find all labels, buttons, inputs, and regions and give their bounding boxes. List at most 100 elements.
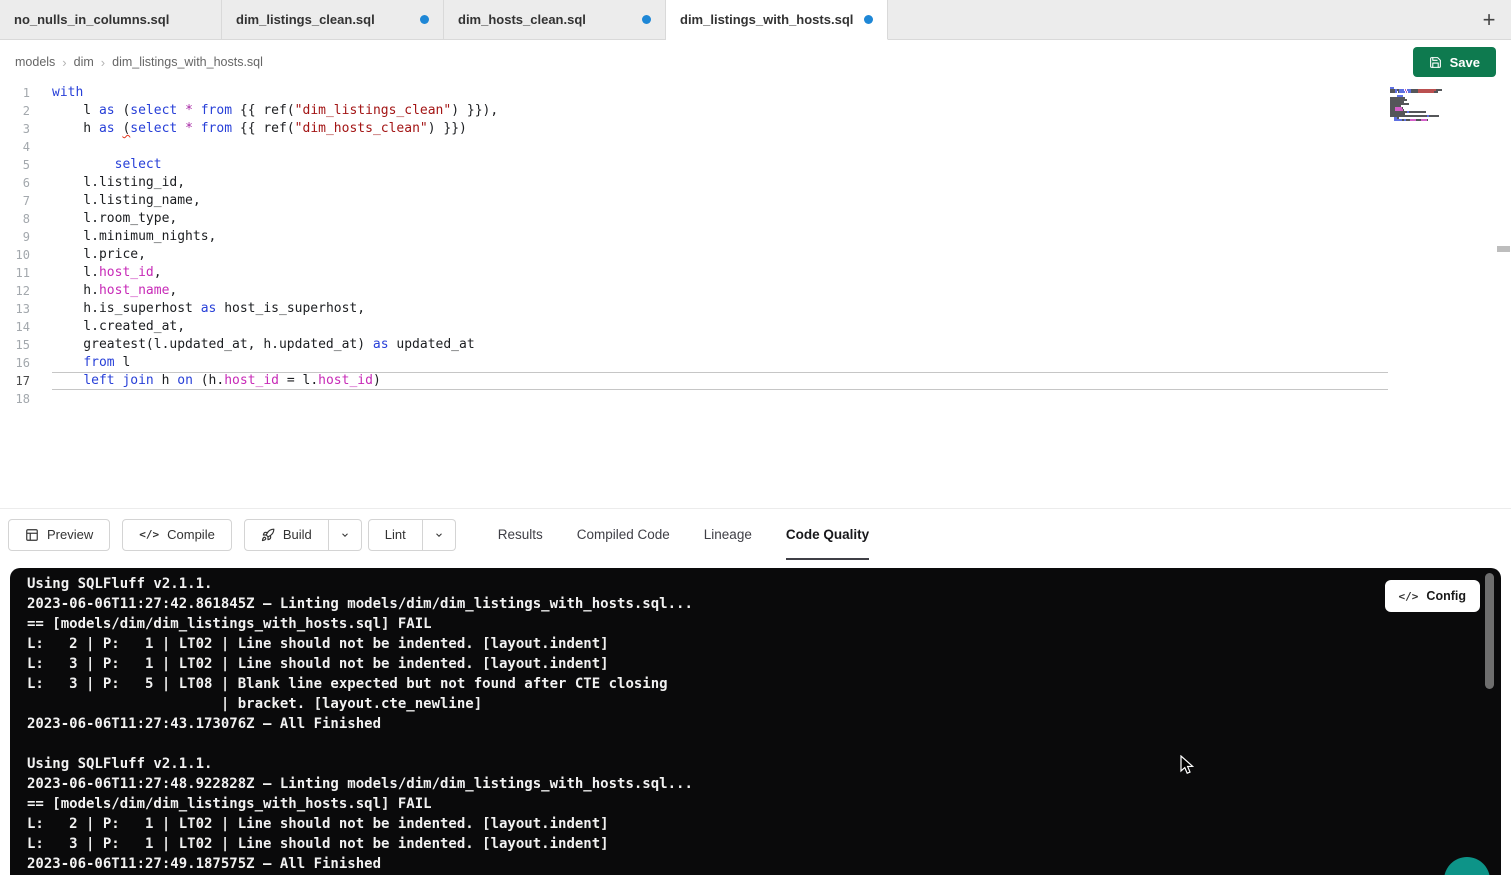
dbt-ide-window: no_nulls_in_columns.sql dim_listings_clea… xyxy=(0,0,1511,875)
line-number: 7 xyxy=(0,192,30,210)
lint-label: Lint xyxy=(385,527,406,542)
action-toolbar: Preview </> Compile Build Lint xyxy=(0,508,1511,560)
line-number: 14 xyxy=(0,318,30,336)
tab-label: dim_listings_with_hosts.sql xyxy=(680,12,853,27)
breadcrumb-item-dim-listings-with-hosts-sql[interactable]: dim_listings_with_hosts.sql xyxy=(112,55,263,69)
breadcrumb-separator: › xyxy=(62,55,66,70)
line-number: 2 xyxy=(0,102,30,120)
editor-tab-bar: no_nulls_in_columns.sql dim_listings_clea… xyxy=(0,0,1511,40)
panel-tabs: Results Compiled Code Lineage Code Quality xyxy=(498,509,869,560)
line-number: 4 xyxy=(0,138,30,156)
code-editor[interactable]: 123456789101112131415161718 with l as (s… xyxy=(0,84,1511,508)
line-number: 5 xyxy=(0,156,30,174)
code-line-3[interactable]: h as (select * from {{ ref("dim_hosts_cl… xyxy=(52,120,1388,138)
code-line-6[interactable]: l.listing_id, xyxy=(52,174,1388,192)
terminal-line: | bracket. [layout.cte_newline] xyxy=(27,694,1501,714)
unsaved-changes-dot xyxy=(642,15,651,24)
chevron-down-icon xyxy=(340,530,350,540)
config-icon: </> xyxy=(1399,590,1419,603)
code-line-11[interactable]: l.host_id, xyxy=(52,264,1388,282)
panel-tab-code-quality[interactable]: Code Quality xyxy=(786,509,869,560)
lint-button[interactable]: Lint xyxy=(368,519,423,551)
terminal-line: L: 3 | P: 1 | LT02 | Line should not be … xyxy=(27,654,1501,674)
code-line-13[interactable]: h.is_superhost as host_is_superhost, xyxy=(52,300,1388,318)
save-label: Save xyxy=(1450,55,1480,70)
compile-button[interactable]: </> Compile xyxy=(122,519,232,551)
code-content: with l as (select * from {{ ref("dim_lis… xyxy=(44,84,1388,408)
build-button-group: Build xyxy=(244,519,362,551)
panel-tab-results[interactable]: Results xyxy=(498,509,543,560)
tab-dim-listings-with-hosts-sql[interactable]: dim_listings_with_hosts.sql xyxy=(666,0,888,40)
code-line-1[interactable]: with xyxy=(52,84,1388,102)
terminal-line: 2023-06-06T11:27:42.861845Z — Linting mo… xyxy=(27,594,1501,614)
tab-dim-listings-clean-sql[interactable]: dim_listings_clean.sql xyxy=(222,0,444,39)
terminal-line: L: 3 | P: 5 | LT08 | Blank line expected… xyxy=(27,674,1501,694)
line-number: 18 xyxy=(0,390,30,408)
code-line-10[interactable]: l.price, xyxy=(52,246,1388,264)
panel-tab-lineage[interactable]: Lineage xyxy=(704,509,752,560)
tab-label: dim_listings_clean.sql xyxy=(236,12,375,27)
line-number: 8 xyxy=(0,210,30,228)
save-icon xyxy=(1429,56,1442,69)
code-line-4[interactable] xyxy=(52,138,1388,156)
minimap[interactable] xyxy=(1390,87,1462,123)
terminal-line: 2023-06-06T11:27:49.187575Z — All Finish… xyxy=(27,854,1501,874)
editor-scrollbar[interactable] xyxy=(1497,246,1510,252)
code-line-14[interactable]: l.created_at, xyxy=(52,318,1388,336)
code-line-16[interactable]: from l xyxy=(52,354,1388,372)
line-number: 12 xyxy=(0,282,30,300)
code-line-17[interactable]: left join h on (h.host_id = l.host_id) xyxy=(52,372,1388,390)
terminal-line: 2023-06-06T11:27:48.922828Z — Linting mo… xyxy=(27,774,1501,794)
code-line-5[interactable]: select xyxy=(52,156,1388,174)
lint-dropdown-button[interactable] xyxy=(423,519,456,551)
line-number: 3 xyxy=(0,120,30,138)
compile-label: Compile xyxy=(167,527,215,542)
mouse-cursor xyxy=(1180,755,1198,777)
line-number: 16 xyxy=(0,354,30,372)
tab-dim-hosts-clean-sql[interactable]: dim_hosts_clean.sql xyxy=(444,0,666,39)
terminal-line: L: 2 | P: 1 | LT02 | Line should not be … xyxy=(27,814,1501,834)
save-button[interactable]: Save xyxy=(1413,47,1496,77)
code-line-12[interactable]: h.host_name, xyxy=(52,282,1388,300)
tab-label: no_nulls_in_columns.sql xyxy=(14,12,169,27)
terminal-line: Using SQLFluff v2.1.1. xyxy=(27,574,1501,594)
terminal-scrollbar[interactable] xyxy=(1485,573,1494,689)
terminal-line: L: 2 | P: 1 | LT02 | Line should not be … xyxy=(27,634,1501,654)
preview-label: Preview xyxy=(47,527,93,542)
breadcrumb-item-dim[interactable]: dim xyxy=(74,55,94,69)
lint-output-terminal[interactable]: Using SQLFluff v2.1.1.2023-06-06T11:27:4… xyxy=(10,568,1501,875)
breadcrumb-bar: models›dim›dim_listings_with_hosts.sql S… xyxy=(0,40,1511,84)
terminal-line: == [models/dim/dim_listings_with_hosts.s… xyxy=(27,614,1501,634)
terminal-line: L: 3 | P: 1 | LT02 | Line should not be … xyxy=(27,834,1501,854)
line-number: 1 xyxy=(0,84,30,102)
code-line-9[interactable]: l.minimum_nights, xyxy=(52,228,1388,246)
line-number: 10 xyxy=(0,246,30,264)
code-line-15[interactable]: greatest(l.updated_at, h.updated_at) as … xyxy=(52,336,1388,354)
chevron-down-icon xyxy=(434,530,444,540)
code-line-7[interactable]: l.listing_name, xyxy=(52,192,1388,210)
breadcrumb: models›dim›dim_listings_with_hosts.sql xyxy=(15,55,263,70)
build-button[interactable]: Build xyxy=(244,519,329,551)
code-line-8[interactable]: l.room_type, xyxy=(52,210,1388,228)
line-number-gutter: 123456789101112131415161718 xyxy=(0,84,44,408)
compile-icon: </> xyxy=(139,528,159,541)
config-label: Config xyxy=(1426,589,1466,603)
preview-icon xyxy=(25,528,39,542)
build-dropdown-button[interactable] xyxy=(329,519,362,551)
tab-label: dim_hosts_clean.sql xyxy=(458,12,586,27)
code-line-2[interactable]: l as (select * from {{ ref("dim_listings… xyxy=(52,102,1388,120)
line-number: 13 xyxy=(0,300,30,318)
line-number: 11 xyxy=(0,264,30,282)
unsaved-changes-dot xyxy=(420,15,429,24)
new-tab-button[interactable]: + xyxy=(1467,0,1511,39)
line-number: 9 xyxy=(0,228,30,246)
config-button[interactable]: </> Config xyxy=(1385,580,1480,612)
tab-no-nulls-in-columns-sql[interactable]: no_nulls_in_columns.sql xyxy=(0,0,222,39)
rocket-icon xyxy=(261,528,275,542)
code-line-18[interactable] xyxy=(52,390,1388,408)
terminal-line: 2023-06-06T11:27:43.173076Z — All Finish… xyxy=(27,714,1501,734)
panel-tab-compiled-code[interactable]: Compiled Code xyxy=(577,509,670,560)
lint-button-group: Lint xyxy=(368,519,456,551)
breadcrumb-item-models[interactable]: models xyxy=(15,55,55,69)
preview-button[interactable]: Preview xyxy=(8,519,110,551)
